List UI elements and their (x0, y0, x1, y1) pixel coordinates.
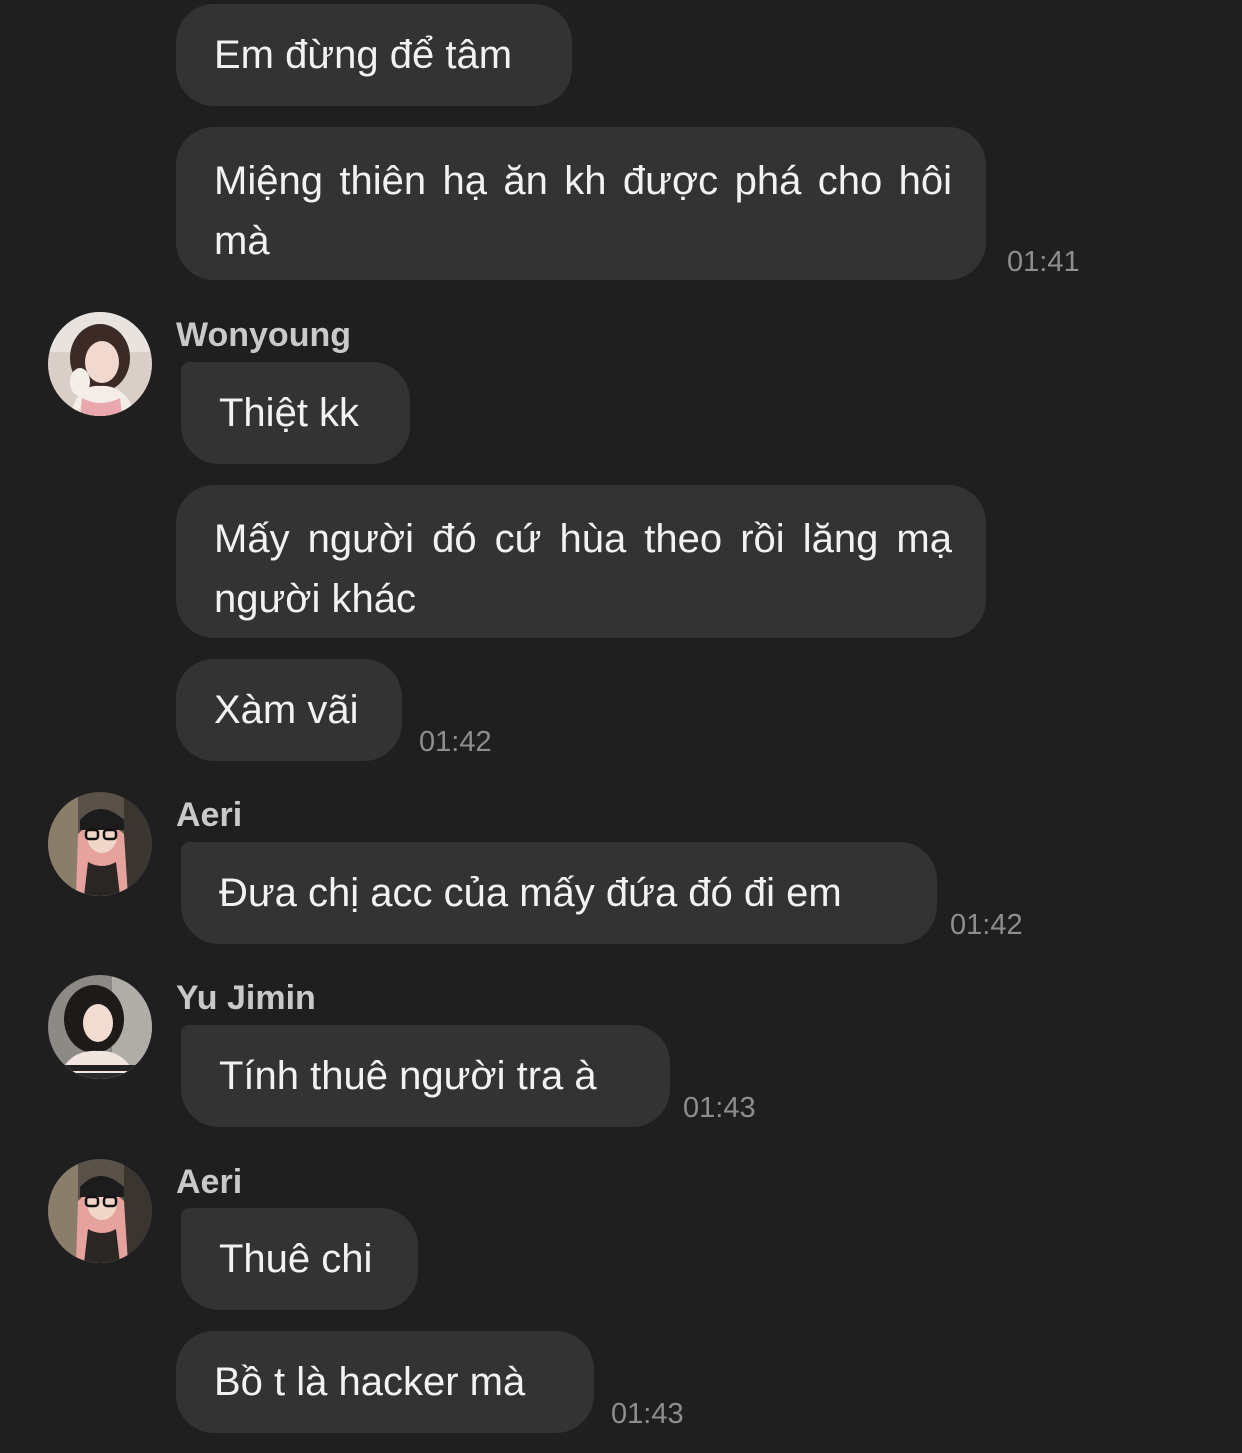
sender-name[interactable]: Yu Jimin (176, 978, 316, 1018)
message-bubble[interactable]: Xàm vãi (176, 659, 402, 761)
avatar-yu-jimin[interactable] (48, 975, 152, 1079)
avatar-wonyoung[interactable] (48, 312, 152, 416)
sender-name[interactable]: Wonyoung (176, 315, 351, 355)
user-avatar-photo-icon (48, 312, 152, 416)
message-timestamp: 01:42 (419, 726, 492, 758)
user-avatar-photo-icon (48, 792, 152, 896)
chat-thread: Em đừng để tâm Miệng thiên hạ ăn kh được… (0, 0, 1242, 1453)
message-timestamp: 01:43 (611, 1398, 684, 1430)
message-bubble[interactable]: Mấy người đó cứ hùa theo rồi lăng mạ ngư… (176, 485, 986, 638)
user-avatar-photo-icon (48, 1159, 152, 1263)
message-bubble[interactable]: Bồ t là hacker mà (176, 1331, 594, 1433)
message-bubble[interactable]: Thiệt kk (181, 362, 410, 464)
message-bubble[interactable]: Em đừng để tâm (176, 4, 572, 106)
sender-name[interactable]: Aeri (176, 1162, 242, 1202)
message-timestamp: 01:42 (950, 909, 1023, 941)
avatar-aeri[interactable] (48, 792, 152, 896)
message-bubble[interactable]: Đưa chị acc của mấy đứa đó đi em (181, 842, 937, 944)
sender-name[interactable]: Aeri (176, 795, 242, 835)
message-timestamp: 01:41 (1007, 246, 1080, 278)
message-timestamp: 01:43 (683, 1092, 756, 1124)
message-bubble[interactable]: Tính thuê người tra à (181, 1025, 670, 1127)
message-bubble[interactable]: Miệng thiên hạ ăn kh được phá cho hôi mà (176, 127, 986, 280)
message-bubble[interactable]: Thuê chi (181, 1208, 418, 1310)
user-avatar-photo-icon (48, 975, 152, 1079)
avatar-aeri[interactable] (48, 1159, 152, 1263)
